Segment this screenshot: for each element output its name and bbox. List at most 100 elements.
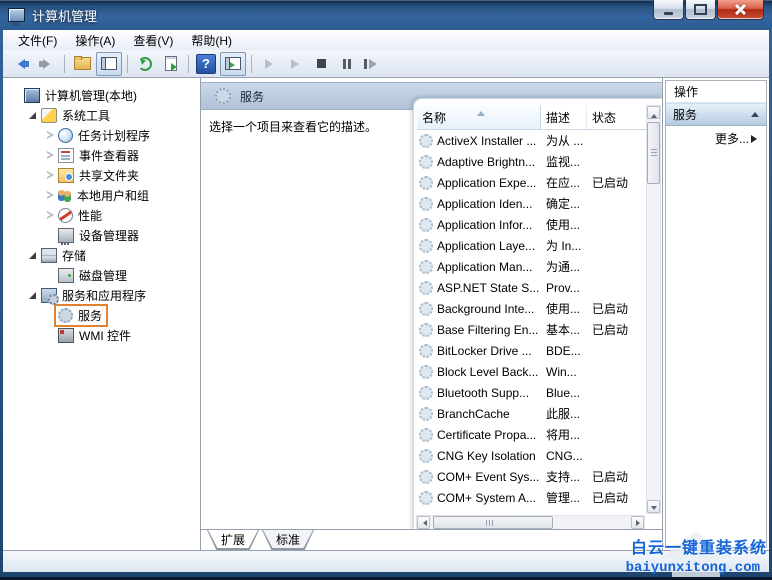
tree-item[interactable]: 设备管理器 [3,225,200,245]
service-row[interactable]: CNG Key Isolation CNG... [417,445,646,466]
horizontal-scrollbar-thumb[interactable] [433,516,553,529]
menu-item[interactable]: 文件(F) [9,30,66,51]
service-gear-icon [419,301,433,316]
expander-icon[interactable] [43,129,56,142]
scroll-right-button[interactable] [631,516,644,529]
expander-icon[interactable] [43,309,56,322]
service-row[interactable]: ASP.NET State S... Prov... [417,277,646,298]
action-pane-icon[interactable] [220,51,246,76]
tree-item-label: WMI 控件 [79,328,131,343]
help-icon[interactable] [196,53,216,74]
expander-icon[interactable] [43,269,56,282]
service-row[interactable]: COM+ Event Sys... 支持... 已启动 [417,466,646,487]
tree-item[interactable]: 存储 [3,245,200,265]
tree-item[interactable]: 服务和应用程序 [3,285,200,305]
expander-icon[interactable] [26,289,39,302]
service-row[interactable]: COM+ System A... 管理... 已启动 [417,487,646,508]
service-gear-icon [419,406,433,421]
column-headers: 名称 描述 状态 [417,105,646,130]
resume-service-icon[interactable] [283,53,307,75]
stop-service-icon[interactable] [309,53,333,75]
expander-icon[interactable] [26,249,39,262]
menu-item[interactable]: 操作(A) [66,30,124,51]
column-header-description[interactable]: 描述 [541,105,587,129]
vertical-scrollbar-thumb[interactable] [647,122,660,184]
tree-item[interactable]: 磁盘管理 [3,265,200,285]
service-row[interactable]: Application Man... 为通... [417,256,646,277]
export-list-icon[interactable] [159,53,183,75]
console-tree-icon[interactable] [96,51,122,76]
tree-item-label: 设备管理器 [79,228,140,243]
restart-service-icon[interactable] [361,53,385,75]
tab-standard[interactable]: 标准 [262,530,315,550]
column-header-name[interactable]: 名称 [417,105,541,129]
more-actions-item[interactable]: 更多... [666,126,766,151]
expander-icon[interactable] [43,149,56,162]
menu-item[interactable]: 帮助(H) [182,30,241,51]
tree-item[interactable]: 服务 [3,303,200,327]
service-row[interactable]: Block Level Back... Win... [417,361,646,382]
actions-section-services[interactable]: 服务 [666,103,766,126]
service-row[interactable]: Application Expe... 在应... 已启动 [417,172,646,193]
tree-item-label: 磁盘管理 [79,268,128,283]
tree-item-label: 服务和应用程序 [62,288,147,303]
folder-icon[interactable] [70,53,94,75]
service-row[interactable]: Adaptive Brightn... 监视... [417,151,646,172]
tree-item[interactable]: 性能 [3,205,200,225]
actions-title: 操作 [666,81,766,103]
close-button[interactable] [717,0,764,20]
tree-item[interactable]: 任务计划程序 [3,125,200,145]
service-name: Certificate Propa... [437,427,537,442]
column-header-status[interactable]: 状态 [587,105,639,129]
tree-item-label: 任务计划程序 [78,128,151,143]
service-row[interactable]: Application Laye... 为 In... [417,235,646,256]
expander-icon[interactable] [43,329,56,342]
service-gear-icon [419,238,433,253]
service-row[interactable]: Background Inte... 使用... 已启动 [417,298,646,319]
expander-icon[interactable] [43,229,56,242]
tree-item[interactable]: 计算机管理(本地) [3,85,200,105]
pause-service-icon[interactable] [335,53,359,75]
scroll-left-button[interactable] [417,516,430,529]
service-row[interactable]: BitLocker Drive ... BDE... [417,340,646,361]
service-description: Prov... [546,280,580,295]
expander-icon[interactable] [9,89,22,102]
service-name: Bluetooth Supp... [437,385,530,400]
service-row[interactable]: ActiveX Installer ... 为从 ... [417,130,646,151]
expander-icon[interactable] [43,189,56,202]
tree-item[interactable]: 事件查看器 [3,145,200,165]
service-gear-icon [419,217,433,232]
scroll-up-button[interactable] [647,106,660,119]
service-row[interactable]: Application Infor... 使用... [417,214,646,235]
menu-item[interactable]: 查看(V) [124,30,182,51]
tree-item[interactable]: WMI 控件 [3,325,200,345]
refresh-icon[interactable] [133,53,157,75]
vertical-scrollbar[interactable] [646,105,661,514]
service-row[interactable]: Base Filtering En... 基本... 已启动 [417,319,646,340]
start-service-icon[interactable] [257,53,281,75]
toolbar [3,50,769,78]
tab-extended[interactable]: 扩展 [207,530,260,550]
back-icon[interactable] [9,53,33,75]
tree-item[interactable]: 系统工具 [3,105,200,125]
horizontal-scrollbar[interactable] [416,515,645,530]
collapse-section-icon[interactable] [751,108,759,117]
service-row[interactable]: BranchCache 此服... [417,403,646,424]
minimize-button[interactable] [653,0,684,20]
forward-icon[interactable] [35,53,59,75]
service-name: Application Iden... [437,196,533,211]
service-row[interactable]: Application Iden... 确定... [417,193,646,214]
tree-item[interactable]: 本地用户和组 [3,185,200,205]
expander-icon[interactable] [43,209,56,222]
service-gear-icon [419,133,433,148]
tree-item[interactable]: 共享文件夹 [3,165,200,185]
expander-icon[interactable] [26,109,39,122]
submenu-arrow-icon [751,134,761,143]
expander-icon[interactable] [43,169,56,182]
maximize-button[interactable] [685,0,716,20]
service-name: Base Filtering En... [437,322,539,337]
service-row[interactable]: Bluetooth Supp... Blue... [417,382,646,403]
service-row[interactable]: Certificate Propa... 将用... [417,424,646,445]
title-bar[interactable]: 计算机管理 [0,0,772,30]
scroll-down-button[interactable] [647,500,660,513]
